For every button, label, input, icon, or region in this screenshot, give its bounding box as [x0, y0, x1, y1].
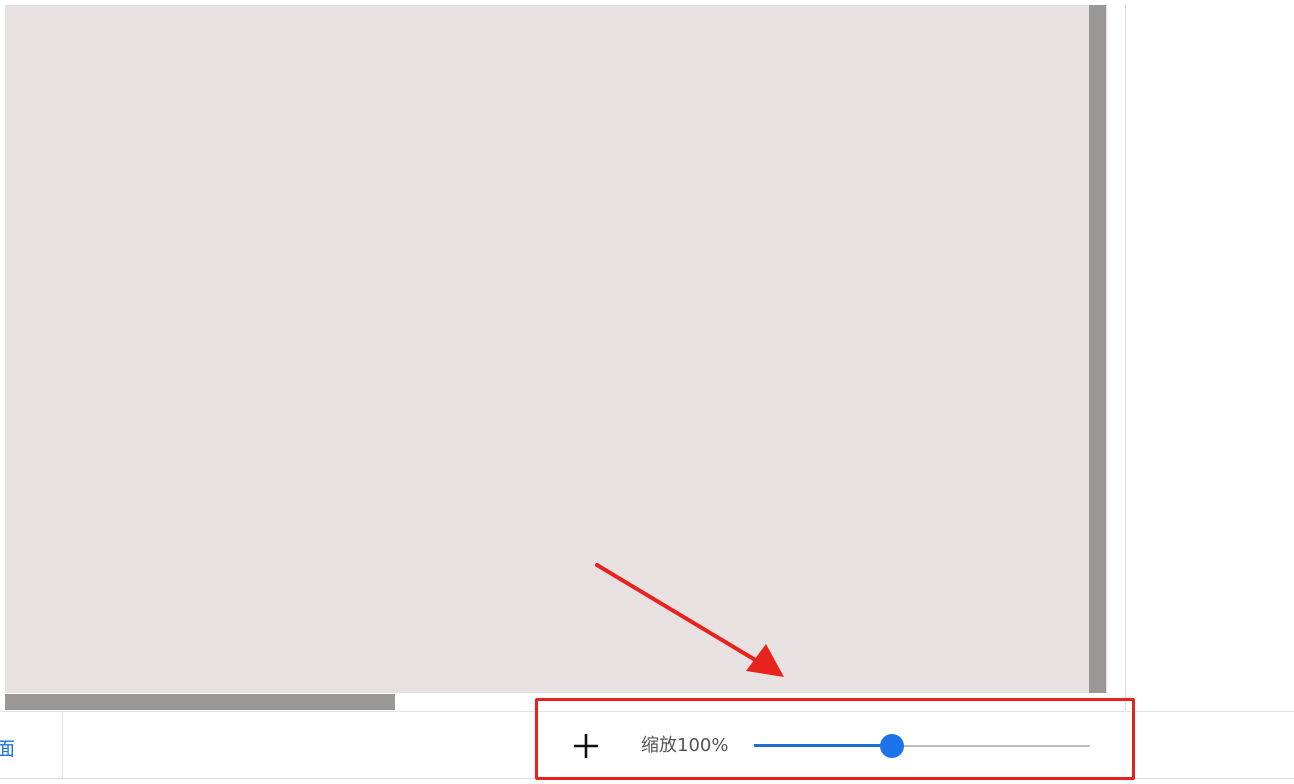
annotation-highlight-box [535, 698, 1135, 780]
document-editor-window: 面 缩放100% [0, 0, 1294, 784]
right-panel-divider [1125, 5, 1126, 780]
page-tab[interactable]: 面 [0, 712, 63, 778]
vertical-scrollbar-thumb[interactable] [1089, 5, 1106, 693]
horizontal-scrollbar-thumb[interactable] [5, 694, 395, 710]
page-canvas[interactable] [5, 5, 1089, 693]
page-tab-label: 面 [0, 738, 16, 760]
